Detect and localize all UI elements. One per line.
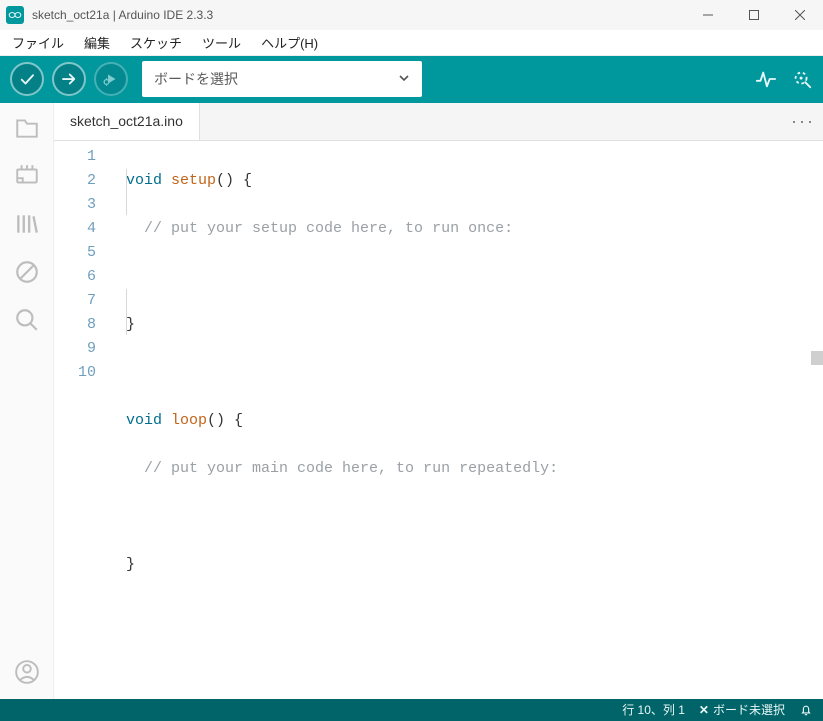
window-title: sketch_oct21a | Arduino IDE 2.3.3: [32, 8, 213, 22]
menu-sketch[interactable]: スケッチ: [120, 30, 192, 55]
maximize-button[interactable]: [731, 0, 777, 30]
verify-button[interactable]: [10, 62, 44, 96]
boards-manager-icon[interactable]: [12, 161, 42, 191]
menu-tools[interactable]: ツール: [192, 30, 251, 55]
board-selector-label: ボードを選択: [154, 69, 238, 89]
menubar: ファイル 編集 スケッチ ツール ヘルプ(H): [0, 30, 823, 56]
debug-panel-icon[interactable]: [12, 257, 42, 287]
minimize-button[interactable]: [685, 0, 731, 30]
status-board[interactable]: ✕ボード未選択: [699, 701, 785, 718]
editor-tabs: sketch_oct21a.ino ···: [54, 103, 823, 141]
line-gutter: 1 2 3 4 5 6 7 8 9 10: [54, 141, 110, 699]
toolbar: ボードを選択: [0, 56, 823, 102]
account-icon[interactable]: [12, 657, 42, 687]
notifications-icon[interactable]: [799, 703, 813, 717]
code-editor[interactable]: 1 2 3 4 5 6 7 8 9 10 void setup() { // p…: [54, 141, 823, 699]
serial-plotter-button[interactable]: [755, 68, 777, 90]
activity-bar: [0, 103, 54, 699]
menu-file[interactable]: ファイル: [2, 30, 74, 55]
tab-active[interactable]: sketch_oct21a.ino: [54, 103, 200, 140]
close-button[interactable]: [777, 0, 823, 30]
status-cursor-position[interactable]: 行 10、列 1: [622, 701, 685, 718]
tabs-overflow-button[interactable]: ···: [783, 103, 823, 140]
statusbar: 行 10、列 1 ✕ボード未選択: [0, 699, 823, 721]
menu-edit[interactable]: 編集: [74, 30, 120, 55]
board-selector[interactable]: ボードを選択: [142, 61, 422, 97]
scrollbar-marker: [811, 351, 823, 365]
code-content[interactable]: void setup() { // put your setup code he…: [110, 141, 823, 699]
titlebar: sketch_oct21a | Arduino IDE 2.3.3: [0, 0, 823, 30]
arduino-app-icon: [6, 6, 24, 24]
menu-help[interactable]: ヘルプ(H): [251, 30, 328, 55]
sketchbook-icon[interactable]: [12, 113, 42, 143]
serial-monitor-button[interactable]: [791, 68, 813, 90]
tab-label: sketch_oct21a.ino: [70, 113, 183, 129]
upload-button[interactable]: [52, 62, 86, 96]
debug-button[interactable]: [94, 62, 128, 96]
search-icon[interactable]: [12, 305, 42, 335]
window-controls: [685, 0, 823, 30]
chevron-down-icon: [398, 71, 410, 87]
library-manager-icon[interactable]: [12, 209, 42, 239]
close-x-icon: ✕: [699, 703, 709, 717]
